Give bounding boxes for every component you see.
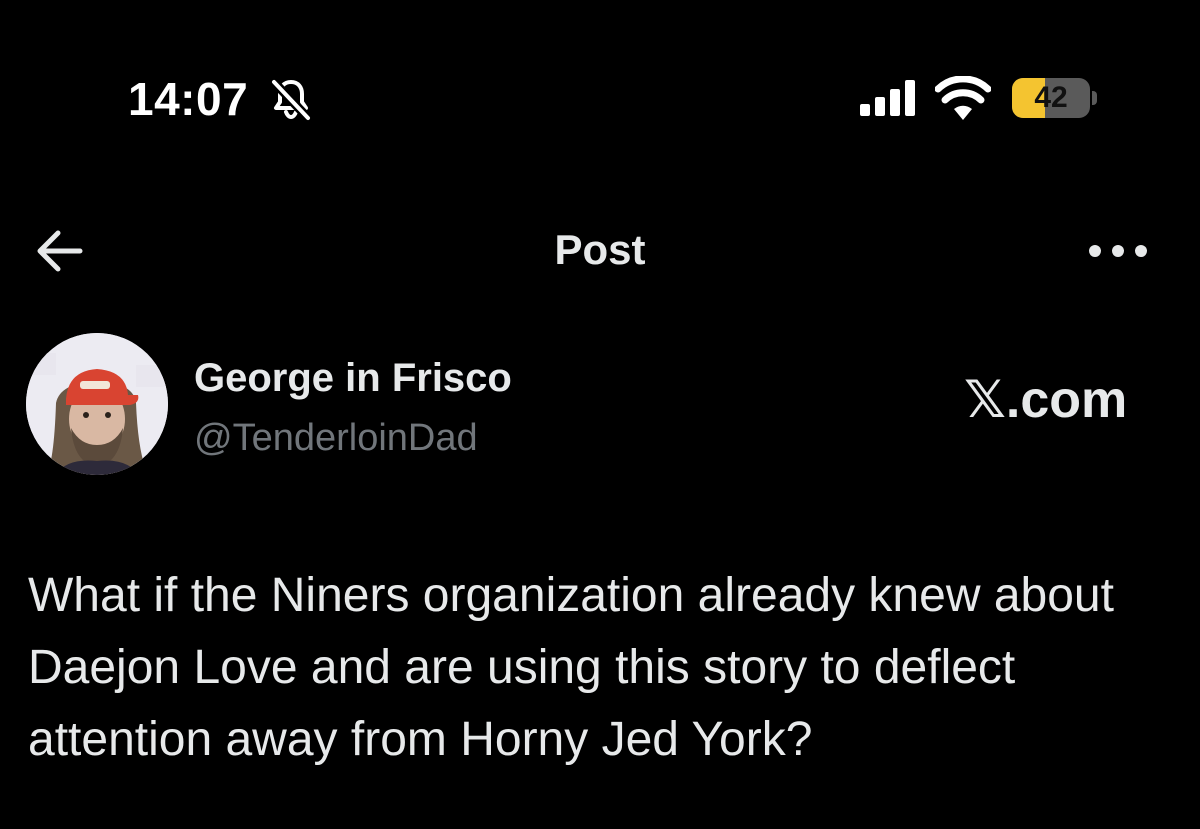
more-horizontal-icon[interactable] xyxy=(1086,236,1150,266)
battery-indicator: 42 xyxy=(1012,78,1098,118)
source-watermark: 𝕏.com xyxy=(964,371,1128,429)
status-time: 14:07 xyxy=(128,73,249,125)
avatar[interactable] xyxy=(26,333,168,475)
cellular-signal-icon xyxy=(860,80,915,116)
battery-level: 42 xyxy=(1034,81,1068,114)
wifi-icon xyxy=(935,76,991,120)
post-text: What if the Niners organization already … xyxy=(28,569,1114,766)
bell-slash-icon xyxy=(270,78,312,122)
page-title: Post xyxy=(554,226,646,273)
battery-cap xyxy=(1092,91,1097,105)
author-name[interactable]: George in Frisco xyxy=(194,356,512,401)
author-handle[interactable]: @TenderloinDad xyxy=(194,417,478,460)
avatar-image xyxy=(26,333,168,475)
